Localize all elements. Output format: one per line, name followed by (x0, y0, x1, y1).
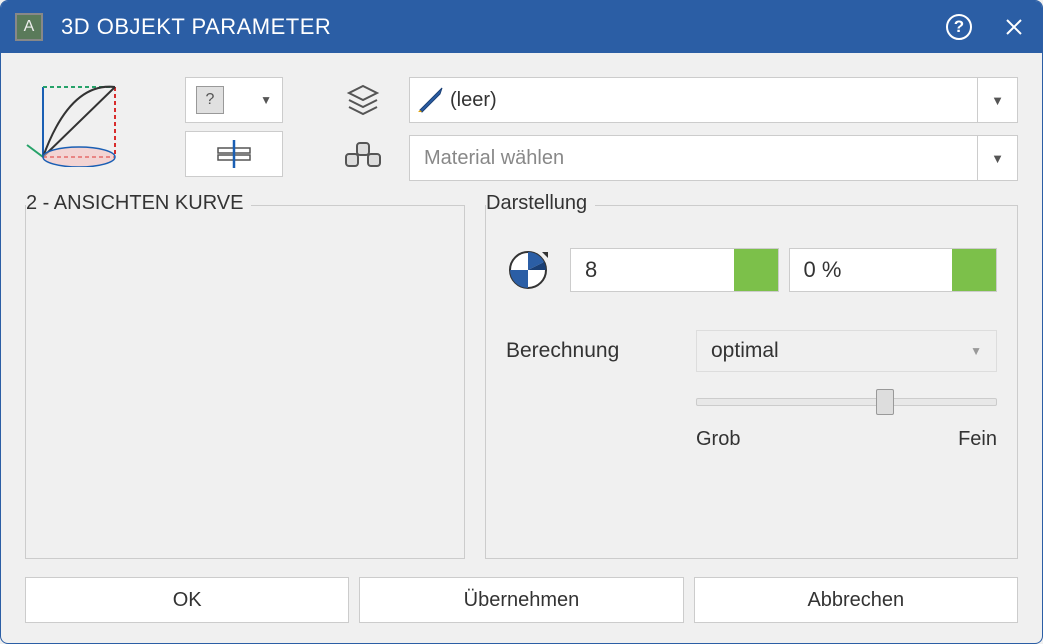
window-title: 3D OBJEKT PARAMETER (61, 14, 946, 40)
resolution-input[interactable]: 8 (570, 248, 779, 292)
symbol-type-dropdown[interactable]: ? ▼ (185, 77, 283, 123)
dialog-content: ? ▼ (1, 53, 1042, 643)
top-right-group: (leer) ▼ Material wählen ▼ (343, 77, 1018, 181)
percent-stepper[interactable] (952, 249, 996, 291)
chevron-down-icon: ▼ (977, 77, 1017, 123)
berechnung-select[interactable]: optimal ▼ (696, 330, 997, 372)
percent-input[interactable]: 0 % (789, 248, 998, 292)
resolution-row: 8 0 % (506, 248, 997, 292)
views-fieldset: 2 - ANSICHTEN KURVE (25, 205, 465, 559)
dialog-window: A 3D OBJEKT PARAMETER ? (0, 0, 1043, 644)
slider-left-label: Grob (696, 428, 740, 451)
material-select[interactable]: Material wählen ▼ (409, 135, 1018, 181)
darstellung-legend: Darstellung (486, 192, 595, 215)
detail-slider-area: Grob Fein (696, 398, 997, 451)
app-icon: A (15, 13, 43, 41)
resolution-stepper[interactable] (734, 249, 778, 291)
question-icon: ? (196, 86, 224, 114)
percent-value: 0 % (790, 257, 842, 283)
chevron-down-icon: ▼ (970, 344, 982, 358)
layers-icon (343, 80, 383, 120)
help-button[interactable]: ? (946, 14, 972, 40)
darstellung-fieldset: Darstellung 8 (485, 205, 1018, 559)
slider-labels: Grob Fein (696, 428, 997, 451)
cancel-button[interactable]: Abbrechen (694, 577, 1018, 623)
chevron-down-icon: ▼ (260, 93, 272, 107)
app-icon-letter: A (24, 18, 35, 36)
detail-slider-thumb[interactable] (876, 389, 894, 415)
layer-select-label: (leer) (450, 89, 497, 112)
ok-button[interactable]: OK (25, 577, 349, 623)
main-row: 2 - ANSICHTEN KURVE Darstellung (25, 205, 1018, 559)
title-bar: A 3D OBJEKT PARAMETER ? (1, 1, 1042, 53)
resolution-inputs: 8 0 % (570, 248, 997, 292)
resolution-value: 8 (571, 257, 597, 283)
apply-button[interactable]: Übernehmen (359, 577, 683, 623)
berechnung-row: Berechnung optimal ▼ (506, 330, 997, 372)
close-button[interactable] (1000, 13, 1028, 41)
chevron-down-icon: ▼ (977, 135, 1017, 181)
material-row: Material wählen ▼ (343, 135, 1018, 181)
views-legend: 2 - ANSICHTEN KURVE (26, 192, 251, 215)
section-icon (214, 140, 254, 168)
layer-select[interactable]: (leer) ▼ (409, 77, 1018, 123)
material-select-placeholder: Material wählen (410, 147, 564, 170)
top-row: ? ▼ (25, 77, 1018, 181)
berechnung-label: Berechnung (506, 339, 656, 363)
berechnung-value: optimal (711, 339, 779, 363)
detail-slider[interactable] (696, 398, 997, 406)
action-buttons: OK Übernehmen Abbrechen (25, 577, 1018, 623)
close-icon (1005, 18, 1023, 36)
slider-right-label: Fein (958, 428, 997, 451)
material-icon (343, 138, 383, 178)
brush-icon (410, 77, 450, 123)
section-tool-button[interactable] (185, 131, 283, 177)
tool-buttons: ? ▼ (185, 77, 283, 181)
object-preview-icon (25, 77, 125, 167)
resolution-icon (506, 248, 550, 292)
layer-row: (leer) ▼ (343, 77, 1018, 123)
top-left-group: ? ▼ (25, 77, 283, 181)
